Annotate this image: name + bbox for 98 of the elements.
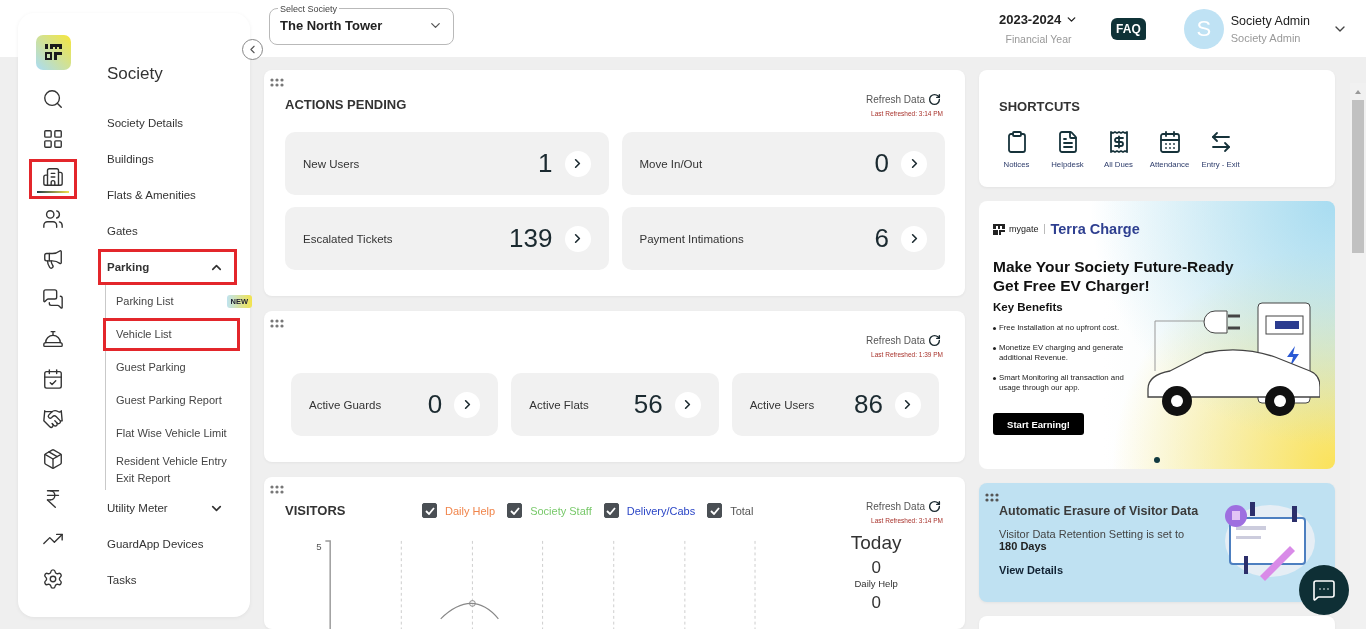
drag-handle-icon[interactable] [985, 493, 1001, 502]
handshake-icon [42, 408, 64, 430]
tile-label: New Users [303, 157, 361, 170]
megaphone-icon [42, 248, 64, 270]
drag-handle-icon[interactable] [270, 319, 286, 328]
tile-label: Move In/Out [639, 157, 704, 170]
chat-button[interactable] [1299, 565, 1349, 615]
menu-item[interactable]: GuardApp Devices [98, 526, 237, 562]
submenu-item[interactable]: Vehicle List [103, 318, 240, 351]
brand-logo-icon [993, 223, 1005, 235]
tile-count: 139 [509, 223, 553, 254]
refresh-icon [928, 93, 941, 106]
settings-icon [42, 568, 64, 590]
drag-handle-icon[interactable] [270, 78, 286, 87]
people-icon [42, 208, 64, 230]
card-title: ACTIONS PENDING [285, 97, 407, 112]
checkbox[interactable] [603, 503, 619, 518]
open-button[interactable] [901, 225, 927, 252]
open-button[interactable] [564, 225, 591, 252]
benefits-title: Key Benefits [993, 301, 1064, 313]
axis-tick-label: 5 [316, 540, 322, 552]
checkbox[interactable] [507, 503, 523, 518]
refresh-button[interactable]: Refresh Data [866, 334, 941, 347]
checkbox[interactable] [422, 503, 437, 518]
bullet-icon [993, 327, 996, 330]
today-title: Today [850, 532, 902, 554]
menu-item[interactable]: Utility Meter [98, 490, 237, 526]
promo-headline: Make Your Society Future-Ready [993, 257, 1235, 276]
chat-icon [1312, 578, 1336, 602]
bullet-icon [993, 377, 996, 380]
box-icon [42, 448, 64, 470]
calendar-icon [42, 368, 64, 390]
today-count: 0 [871, 593, 881, 613]
menu-item[interactable]: Flats & Amenities [98, 177, 237, 213]
bullet-icon [993, 347, 996, 350]
menu-item[interactable]: Buildings [98, 141, 237, 177]
chart-line-drawing [440, 600, 499, 620]
refresh-icon [928, 334, 941, 347]
bell-icon [42, 328, 64, 350]
submenu-item[interactable]: Resident Vehicle Entry Exit Report [103, 450, 240, 490]
user-name: Society Admin [1230, 13, 1310, 28]
menu-item[interactable]: Society Details [98, 105, 237, 141]
card-title: VISITORS [285, 503, 347, 518]
promo-headline: Get Free EV Charger! [993, 276, 1151, 295]
open-button[interactable] [564, 150, 591, 177]
submenu-item[interactable]: Guest Parking Report [103, 384, 240, 417]
year-select[interactable]: 2023-2024 [998, 12, 1079, 27]
product-name: Terra Charge [1050, 221, 1140, 237]
calendar-icon [1157, 130, 1182, 154]
today-count: 0 [871, 558, 881, 578]
society-select[interactable]: Select Society The North Tower [269, 3, 454, 45]
tile-count: 0 [427, 389, 443, 420]
tile-label: Escalated Tickets [303, 232, 394, 245]
tile-label: Active Guards [309, 398, 383, 411]
building-icon [42, 165, 64, 188]
tile-count: 6 [874, 223, 889, 254]
tile-label: Payment Intimations [639, 232, 745, 245]
card-title: SHORTCUTS [999, 99, 1081, 114]
checkbox[interactable] [707, 503, 723, 518]
open-button[interactable] [454, 391, 481, 418]
open-button[interactable] [895, 391, 921, 418]
tile-count: 0 [874, 148, 889, 179]
chat-icon [42, 288, 64, 310]
start-earning-button[interactable]: Start Earning! [993, 413, 1084, 435]
drag-handle-icon[interactable] [270, 485, 286, 494]
refresh-button[interactable]: Refresh Data [866, 93, 941, 106]
tile-label: Active Flats [529, 398, 590, 411]
year-caption: Financial Year [1005, 33, 1072, 45]
legend-item[interactable]: Delivery/Cabs [603, 503, 696, 518]
logo-icon[interactable] [35, 35, 71, 70]
card-title: Automatic Erasure of Visitor Data [999, 504, 1200, 518]
active-underline [37, 190, 69, 193]
rail-item[interactable] [29, 159, 77, 199]
legend-item[interactable]: Total [707, 503, 754, 518]
today-label: Daily Help [854, 578, 898, 589]
search-icon [42, 88, 64, 110]
user-role: Society Admin [1230, 31, 1302, 44]
menu-item[interactable]: Parking [98, 249, 237, 285]
brand-name: mygate [1009, 224, 1045, 234]
menu-item[interactable]: Gates [98, 213, 237, 249]
section-title: Society [106, 64, 164, 84]
submenu-item[interactable]: Guest Parking [103, 351, 240, 384]
tile-count: 56 [633, 389, 663, 420]
collapse-button[interactable] [242, 39, 263, 60]
carousel-dot[interactable] [1154, 457, 1160, 463]
open-button[interactable] [674, 391, 701, 418]
refresh-button[interactable]: Refresh Data [866, 500, 941, 513]
open-button[interactable] [901, 150, 927, 177]
submenu-item[interactable]: Flat Wise Vehicle Limit [103, 417, 240, 450]
tile-label: Active Users [749, 398, 816, 411]
tile-count: 86 [854, 389, 883, 420]
grid-icon [42, 128, 64, 150]
refresh-icon [928, 500, 941, 513]
view-details-link[interactable]: View Details [999, 564, 1063, 576]
menu-item[interactable]: Tasks [98, 562, 237, 598]
faq-button[interactable]: FAQ [1111, 17, 1146, 40]
retention-text: Visitor Data Retention Setting is set to 180 Days [999, 528, 1186, 552]
tile-count: 1 [538, 148, 553, 179]
